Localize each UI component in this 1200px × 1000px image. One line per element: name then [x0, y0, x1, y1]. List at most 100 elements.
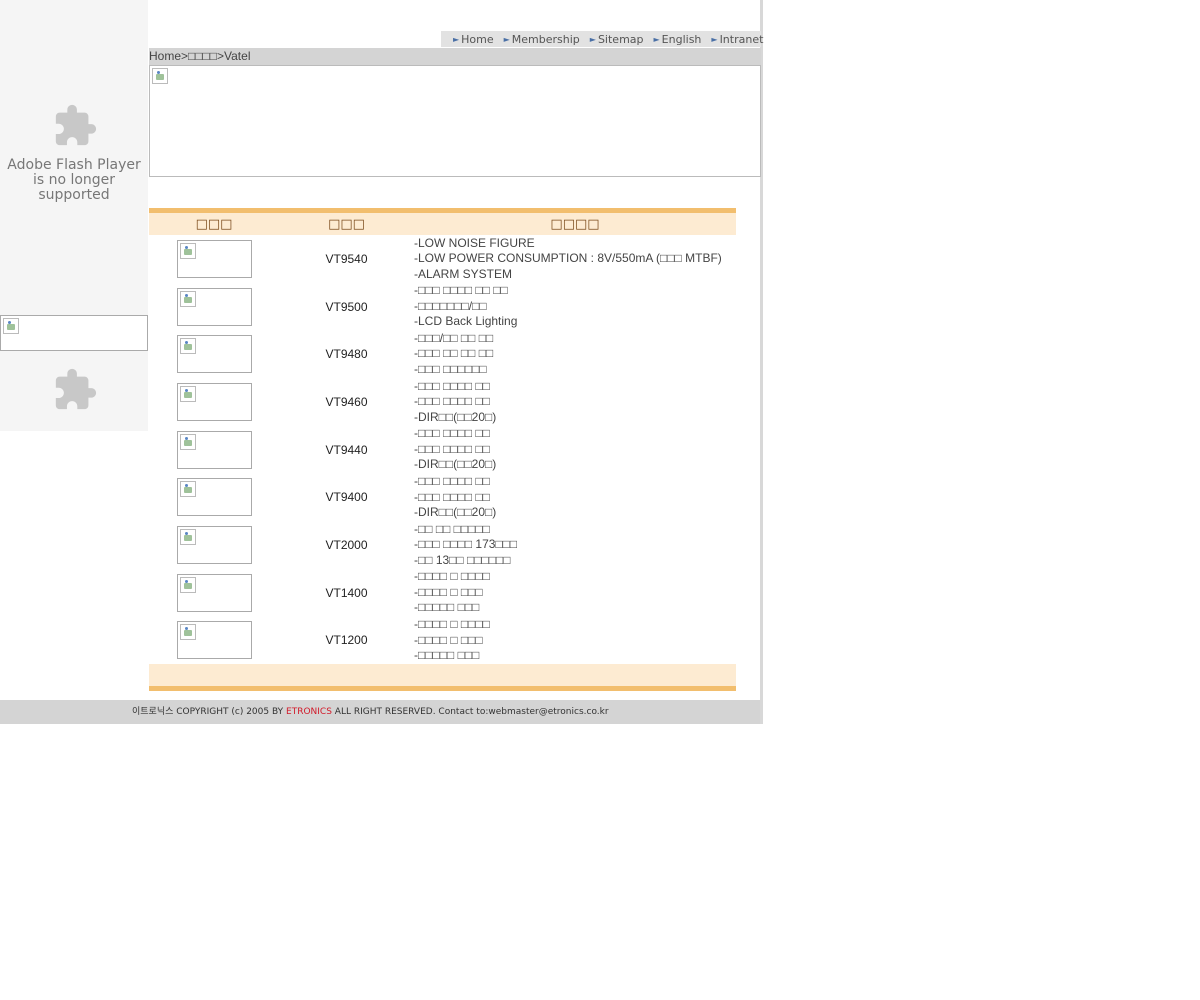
product-row: VT9480 -□□□/□□ □□ □□ -□□□ □□ □□ □□ -□□□ □□□…	[149, 330, 736, 378]
product-model[interactable]: VT2000	[279, 538, 414, 552]
feature-line: -□□□□□□□/□□	[414, 298, 487, 313]
feature-line: -DIR□□(□□20□)	[414, 409, 497, 424]
broken-image-icon	[179, 624, 196, 641]
nav-label: Membership	[511, 32, 580, 46]
product-features: -□□□□ □ □□□□ -□□□□ □ □□□ -□□□□□ □□□	[414, 617, 736, 664]
feature-line: -□□□ □□□□ □□	[414, 426, 490, 441]
broken-image-icon	[179, 528, 196, 545]
feature-line: -□□□/□□ □□ □□	[414, 330, 494, 345]
table-footer-band	[149, 664, 736, 687]
product-thumbnail[interactable]	[176, 382, 252, 421]
feature-line: -□□□□□ □□□	[414, 600, 480, 615]
bullet-icon: ►	[503, 34, 510, 44]
nav-label: English	[661, 32, 702, 46]
flash-placeholder: Adobe Flash Player is no longer supporte…	[0, 0, 148, 315]
feature-line: -□□□□ □ □□□	[414, 632, 483, 647]
product-thumbnail[interactable]	[176, 478, 252, 517]
product-thumbnail[interactable]	[176, 287, 252, 326]
product-image-cell	[149, 287, 279, 326]
product-image-cell	[149, 573, 279, 612]
feature-line: -□□□ □□□□ □□	[414, 394, 490, 409]
flash-unsupported-text: Adobe Flash Player is no longer supporte…	[7, 157, 141, 203]
product-thumbnail[interactable]	[176, 239, 252, 278]
product-model[interactable]: VT1400	[279, 586, 414, 600]
product-image-cell	[149, 478, 279, 517]
feature-line: -LOW POWER CONSUMPTION : 8V/550mA (□□□ M…	[414, 251, 722, 266]
nav-membership[interactable]: ► Membership	[504, 33, 580, 46]
product-features: -□□ □□ □□□□□ -□□□ □□□□ 173□□□ -□□ 13□□ □□□…	[414, 522, 736, 569]
product-model[interactable]: VT9540	[279, 252, 414, 266]
bullet-icon: ►	[711, 34, 718, 44]
feature-line: -□□ □□ □□□□□	[414, 521, 490, 536]
broken-image-icon	[179, 576, 196, 593]
product-row: VT9460 -□□□ □□□□ □□ -□□□ □□□□ □□ -DIR□□(□□2…	[149, 378, 736, 426]
flash-placeholder-2	[0, 351, 148, 431]
sidebar-image	[0, 315, 148, 351]
feature-line: -□□□ □□□□ □□	[414, 474, 490, 489]
product-image-cell	[149, 525, 279, 564]
feature-line: -□□□ □□□□□□	[414, 361, 487, 376]
product-features: -LOW NOISE FIGURE -LOW POWER CONSUMPTION …	[414, 236, 736, 283]
sidebar: Adobe Flash Player is no longer supporte…	[0, 0, 148, 431]
table-header-row: □□□ □□□ □□□□	[149, 213, 736, 235]
product-image-cell	[149, 335, 279, 374]
feature-line: -□□□□ □ □□□	[414, 584, 483, 599]
feature-line: -LCD Back Lighting	[414, 314, 518, 329]
broken-image-icon	[179, 481, 196, 498]
header-image: □□□	[195, 216, 233, 232]
nav-intranet[interactable]: ► Intranet	[711, 33, 763, 46]
product-features: -□□□ □□□□ □□ -□□□ □□□□ □□ -DIR□□(□□20□)	[414, 426, 736, 473]
product-thumbnail[interactable]	[176, 621, 252, 660]
broken-image-icon	[152, 68, 168, 84]
nav-sitemap[interactable]: ► Sitemap	[590, 33, 644, 46]
broken-image-icon	[179, 433, 196, 450]
product-row: VT2000 -□□ □□ □□□□□ -□□□ □□□□ 173□□□ -□□ 13…	[149, 521, 736, 569]
product-features: -□□□/□□ □□ □□ -□□□ □□ □□ □□ -□□□ □□□□□□	[414, 331, 736, 378]
product-features: -□□□□ □ □□□□ -□□□□ □ □□□ -□□□□□ □□□	[414, 569, 736, 616]
product-model[interactable]: VT9460	[279, 395, 414, 409]
broken-image-icon	[179, 290, 196, 307]
header-features: □□□□	[550, 216, 600, 232]
breadcrumb: Home>□□□□>Vatel	[149, 48, 761, 65]
product-features: -□□□ □□□□ □□ -□□□ □□□□ □□ -DIR□□(□□20□)	[414, 379, 736, 426]
copyright-text: 이트로닉스 COPYRIGHT (c) 2005 BY	[132, 707, 287, 717]
contact-text: ALL RIGHT RESERVED. Contact to:webmaster…	[331, 707, 609, 717]
product-model[interactable]: VT9400	[279, 490, 414, 504]
nav-label: Sitemap	[597, 32, 644, 46]
feature-line: -□□□ □□□□ 173□□□	[414, 537, 518, 552]
nav-label: Intranet	[719, 32, 764, 46]
product-thumbnail[interactable]	[176, 525, 252, 564]
product-thumbnail[interactable]	[176, 335, 252, 374]
table-bottom-bar	[149, 686, 736, 692]
feature-line: -□□ 13□□ □□□□□□	[414, 552, 511, 567]
nav-home[interactable]: ► Home	[453, 33, 494, 46]
feature-line: -□□□□ □ □□□□	[414, 617, 490, 632]
product-model[interactable]: VT1200	[279, 633, 414, 647]
product-features: -□□□ □□□□ □□ -□□□ □□□□ □□ -DIR□□(□□20□)	[414, 474, 736, 521]
feature-line: -DIR□□(□□20□)	[414, 505, 497, 520]
product-features: -□□□ □□□□ □□ □□ -□□□□□□□/□□ -LCD Back Ligh…	[414, 283, 736, 330]
nav-english[interactable]: ► English	[654, 33, 702, 46]
product-table: □□□ □□□ □□□□ VT9540 -LOW NOISE FIGURE -LOW…	[149, 208, 736, 692]
feature-line: -LOW NOISE FIGURE	[414, 235, 535, 250]
bullet-icon: ►	[453, 34, 460, 44]
product-image-cell	[149, 430, 279, 469]
feature-line: -□□□□□ □□□	[414, 648, 480, 663]
product-row: VT9400 -□□□ □□□□ □□ -□□□ □□□□ □□ -DIR□□(□□2…	[149, 473, 736, 521]
feature-line: -□□□ □□□□ □□	[414, 378, 490, 393]
product-image-cell	[149, 621, 279, 660]
product-image-cell	[149, 239, 279, 278]
product-row: VT9500 -□□□ □□□□ □□ □□ -□□□□□□□/□□ -LCD Bac…	[149, 283, 736, 331]
broken-image-icon	[179, 338, 196, 355]
product-model[interactable]: VT9440	[279, 443, 414, 457]
product-model[interactable]: VT9500	[279, 300, 414, 314]
product-thumbnail[interactable]	[176, 573, 252, 612]
top-nav: ► Home ► Membership ► Sitemap ► English ► Int…	[441, 31, 763, 47]
feature-line: -□□□ □□□□ □□ □□	[414, 283, 508, 298]
product-thumbnail[interactable]	[176, 430, 252, 469]
footer-copyright: 이트로닉스 COPYRIGHT (c) 2005 BY ETRONICS ALL…	[0, 700, 760, 724]
product-model[interactable]: VT9480	[279, 347, 414, 361]
broken-image-icon	[179, 385, 196, 402]
feature-line: -DIR□□(□□20□)	[414, 457, 497, 472]
bullet-icon: ►	[589, 34, 596, 44]
